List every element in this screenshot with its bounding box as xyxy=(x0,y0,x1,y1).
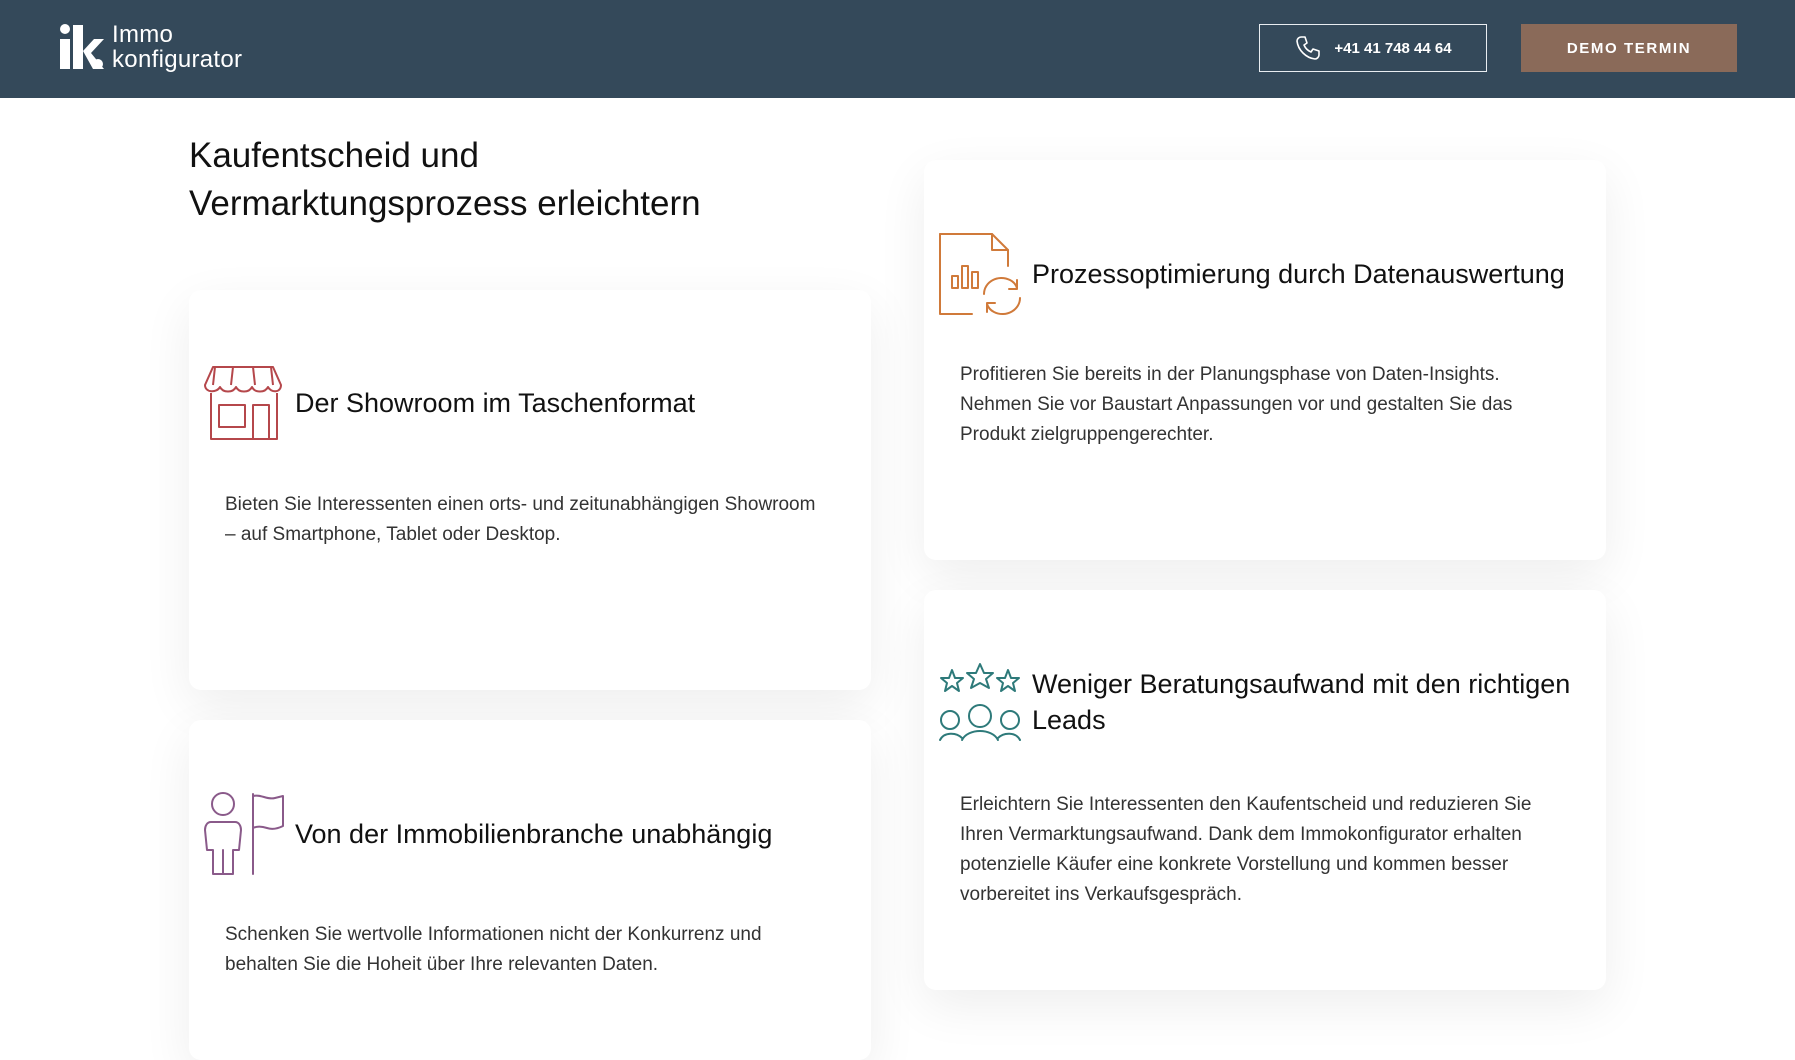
phone-icon xyxy=(1296,36,1321,60)
card-text-line: Produkt zielgruppengerechter. xyxy=(960,424,1214,445)
card-text-line: Ihren Vermarktungsaufwand. Dank dem Immo… xyxy=(960,824,1522,845)
page-title: Kaufentscheid und Vermarktungsprozess er… xyxy=(189,132,809,228)
ik-logo-icon xyxy=(60,24,104,69)
card-text-line: Nehmen Sie vor Baustart Anpassungen vor … xyxy=(960,394,1513,415)
card-text-line: Bieten Sie Interessenten einen orts- und… xyxy=(225,494,816,515)
card-title-leads-line1: Weniger Beratungsaufwand mit den richtig… xyxy=(1032,669,1571,699)
card-text-process: Profitieren Sie bereits in der Planungsp… xyxy=(960,360,1580,450)
card-text-line: Profitieren Sie bereits in der Planungsp… xyxy=(960,364,1500,385)
card-text-leads: Erleichtern Sie Interessenten den Kaufen… xyxy=(960,790,1580,910)
data-chart-refresh-icon xyxy=(939,233,1021,316)
logo-text-line1: Immo xyxy=(112,21,174,48)
logo[interactable]: Immo konfigurator xyxy=(58,22,242,72)
card-text-line: Schenken Sie wertvolle Informationen nic… xyxy=(225,924,762,945)
card-text-line: Erleichtern Sie Interessenten den Kaufen… xyxy=(960,794,1532,815)
card-text-line: vorbereitet ins Verkaufsgespräch. xyxy=(960,884,1242,905)
card-text-showroom: Bieten Sie Interessenten einen orts- und… xyxy=(225,490,845,550)
card-title-independent: Von der Immobilienbranche unabhängig xyxy=(295,819,773,849)
showroom-store-icon xyxy=(204,366,282,440)
card-title-leads-line2: Leads xyxy=(1032,705,1106,735)
feature-card-independent: Von der Immobilienbranche unabhängig Sch… xyxy=(189,720,871,1060)
card-title-leads: Weniger Beratungsaufwand mit den richtig… xyxy=(1032,666,1570,738)
feature-card-showroom: Der Showroom im Taschenformat Bieten Sie… xyxy=(189,290,871,690)
stars-people-icon xyxy=(939,663,1021,741)
person-flag-icon xyxy=(204,792,284,875)
card-text-line: potenzielle Käufer eine konkrete Vorstel… xyxy=(960,854,1509,875)
logo-text: Immo konfigurator xyxy=(112,22,242,72)
site-header: Immo konfigurator +41 41 748 44 64 DEMO … xyxy=(0,0,1795,98)
card-text-line: behalten Sie die Hoheit über Ihre releva… xyxy=(225,954,659,975)
page-title-line2: Vermarktungsprozess erleichtern xyxy=(189,184,701,223)
card-title-process: Prozessoptimierung durch Datenauswertung xyxy=(1032,259,1565,289)
card-text-independent: Schenken Sie wertvolle Informationen nic… xyxy=(225,920,845,980)
logo-text-line2: konfigurator xyxy=(112,46,243,73)
phone-button[interactable]: +41 41 748 44 64 xyxy=(1259,24,1487,72)
card-title-showroom: Der Showroom im Taschenformat xyxy=(295,388,696,418)
feature-card-process: Prozessoptimierung durch Datenauswertung… xyxy=(924,160,1606,560)
card-text-line: – auf Smartphone, Tablet oder Desktop. xyxy=(225,524,561,545)
phone-number: +41 41 748 44 64 xyxy=(1334,39,1452,57)
demo-termin-button[interactable]: DEMO TERMIN xyxy=(1521,24,1737,72)
page-title-line1: Kaufentscheid und xyxy=(189,136,479,175)
feature-card-leads: Weniger Beratungsaufwand mit den richtig… xyxy=(924,590,1606,990)
